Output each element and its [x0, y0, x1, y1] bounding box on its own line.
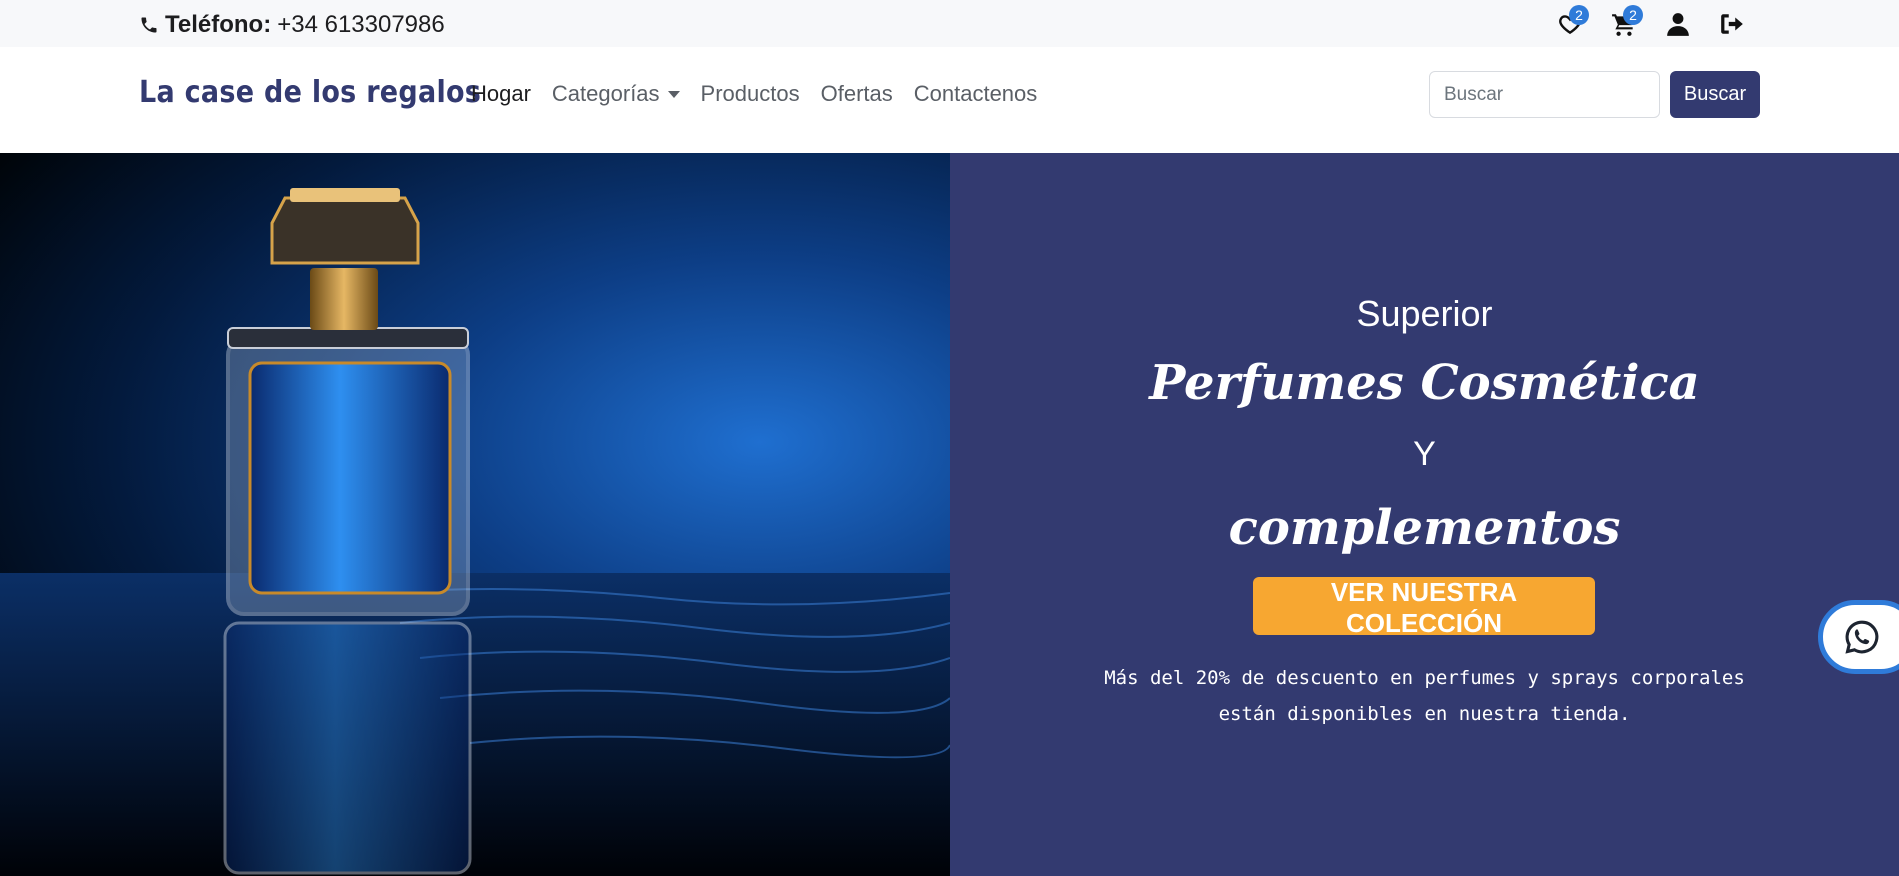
brand-logo[interactable]: La case de los regalos [139, 75, 481, 110]
nav-item-ofertas[interactable]: Ofertas [821, 81, 893, 107]
perfume-image [0, 153, 950, 876]
view-collection-button[interactable]: VER NUESTRA COLECCIÓN [1253, 577, 1595, 638]
nav-item-contactenos[interactable]: Contactenos [914, 81, 1038, 107]
user-icon [1667, 13, 1689, 36]
nav-item-label: Categorías [551, 81, 660, 106]
whatsapp-icon [1845, 620, 1879, 654]
caret-down-icon [667, 90, 680, 98]
hero-line-superior: Superior [1356, 293, 1493, 334]
account-button[interactable] [1651, 9, 1705, 39]
wishlist-button[interactable]: 2 [1543, 5, 1597, 39]
main-navbar: La case de los regalos Hogar Categorías … [0, 47, 1899, 153]
wishlist-badge: 2 [1569, 5, 1589, 25]
phone-number: +34 613307986 [277, 11, 445, 38]
phone-label: Teléfono: [165, 11, 272, 38]
hero-panel: Superior Perfumes Cosmética Y complement… [950, 153, 1899, 876]
search-input[interactable] [1429, 71, 1660, 118]
cart-button[interactable]: 2 [1597, 5, 1651, 39]
phone-icon [141, 17, 157, 33]
hero-line-y: Y [1413, 435, 1436, 473]
whatsapp-button[interactable] [1818, 600, 1899, 674]
nav-item-hogar[interactable]: Hogar [471, 81, 531, 107]
nav-menu: Hogar Categorías Productos Ofertas Conta… [471, 81, 1058, 107]
logout-icon [1721, 14, 1743, 34]
phone-info: Teléfono: +34 613307986 [139, 11, 445, 39]
hero-banner: Superior Perfumes Cosmética Y complement… [0, 153, 1899, 876]
top-bar: Teléfono: +34 613307986 2 2 [0, 0, 1899, 47]
hero-title: Perfumes Cosmética [1149, 355, 1700, 411]
nav-item-productos[interactable]: Productos [701, 81, 800, 107]
hero-description: Más del 20% de descuento en perfumes y s… [1104, 667, 1745, 725]
cart-badge: 2 [1623, 5, 1643, 25]
account-icons: 2 2 [1543, 5, 1759, 39]
perfume-bottle-illustration [0, 188, 950, 876]
nav-item-categorias[interactable]: Categorías [552, 81, 680, 107]
hero-subtitle: complementos [1228, 500, 1621, 556]
search-button[interactable]: Buscar [1670, 71, 1760, 118]
logout-button[interactable] [1705, 9, 1759, 39]
